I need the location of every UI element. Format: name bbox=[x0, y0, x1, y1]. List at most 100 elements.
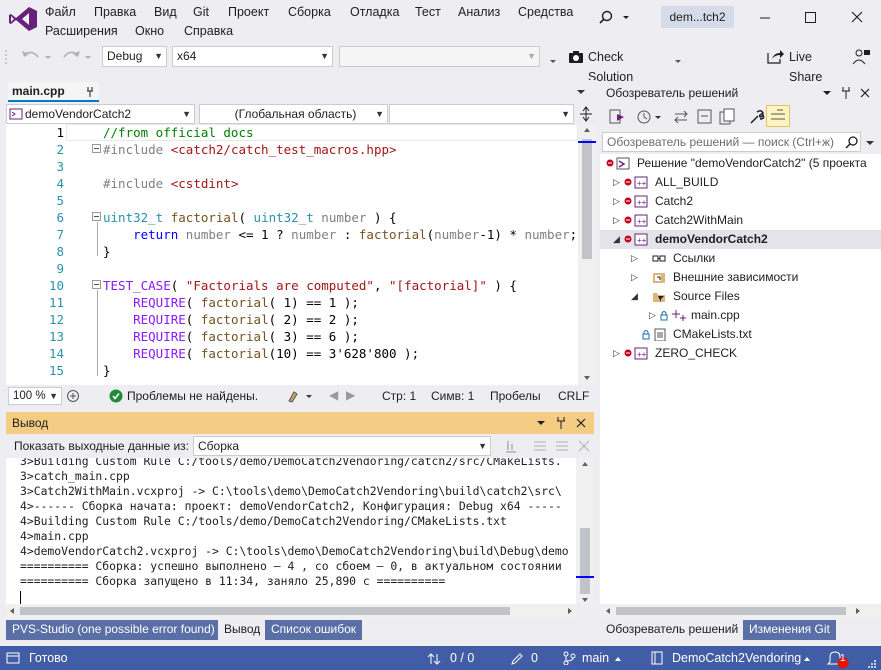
tree-solution[interactable]: Решение "demoVendorCatch2" (5 проекта bbox=[600, 154, 881, 173]
zoom-select[interactable]: 100 % ▼ bbox=[8, 387, 62, 405]
menu-tools[interactable]: Средства bbox=[518, 5, 573, 19]
menu-view[interactable]: Вид bbox=[154, 5, 177, 19]
pin-icon[interactable] bbox=[840, 86, 852, 100]
tree-project[interactable]: ▷ ++ Catch2 bbox=[600, 192, 881, 211]
close-icon[interactable] bbox=[575, 417, 587, 429]
properties-wrench-icon[interactable] bbox=[748, 108, 766, 126]
feedback-button[interactable] bbox=[852, 48, 872, 66]
chevron-right-icon[interactable]: ▷ bbox=[649, 306, 659, 325]
tab-main-cpp[interactable]: main.cpp bbox=[8, 82, 99, 102]
prev-issue-button[interactable]: ◀ bbox=[329, 388, 338, 402]
tree-external-dependencies[interactable]: ▷ Внешние зависимости bbox=[600, 268, 881, 287]
chevron-down-icon[interactable] bbox=[536, 418, 546, 428]
chevron-right-icon[interactable]: ▷ bbox=[631, 268, 641, 287]
menu-window[interactable]: Окно bbox=[135, 24, 164, 38]
chevron-down-icon bbox=[577, 90, 585, 94]
minimize-button[interactable] bbox=[750, 4, 780, 30]
configuration-select[interactable]: Debug ▼ bbox=[102, 46, 167, 67]
go-to-error-icon[interactable] bbox=[503, 438, 519, 454]
tree-project-startup[interactable]: ◢ ++ demoVendorCatch2 bbox=[600, 230, 881, 249]
solution-tree[interactable]: Решение "demoVendorCatch2" (5 проекта ▷ … bbox=[600, 154, 881, 604]
switch-views-icon[interactable] bbox=[608, 108, 626, 126]
platform-select[interactable]: x64 ▼ bbox=[172, 46, 333, 67]
menu-project[interactable]: Проект bbox=[228, 5, 269, 19]
menu-analyze[interactable]: Анализ bbox=[458, 5, 500, 19]
collapse-icon[interactable] bbox=[92, 280, 102, 290]
chevron-right-icon[interactable]: ▷ bbox=[631, 249, 641, 268]
preview-selected-button[interactable] bbox=[766, 105, 790, 127]
search-button[interactable] bbox=[596, 8, 632, 28]
tab-solution-explorer[interactable]: Обозреватель решений bbox=[600, 620, 745, 640]
menu-help[interactable]: Справка bbox=[184, 24, 233, 38]
pin-icon[interactable] bbox=[555, 416, 567, 430]
split-editor-button[interactable] bbox=[577, 105, 595, 123]
whitespace-indicator[interactable]: Пробелы bbox=[490, 389, 541, 403]
editor-vertical-scrollbar[interactable] bbox=[578, 124, 596, 385]
line-ending-indicator[interactable]: CRLF bbox=[558, 389, 589, 403]
startup-item-select[interactable]: ▼ bbox=[339, 46, 540, 67]
tree-project[interactable]: ▷ ++ ZERO_CHECK bbox=[600, 344, 881, 363]
tree-file-cmakelists[interactable]: CMakeLists.txt bbox=[600, 325, 881, 344]
tab-git-changes[interactable]: Изменения Git bbox=[743, 620, 836, 640]
history-icon[interactable] bbox=[636, 108, 664, 126]
undo-button[interactable] bbox=[18, 46, 54, 68]
toolbar-overflow-icon[interactable] bbox=[547, 48, 559, 66]
redo-button[interactable] bbox=[58, 46, 94, 68]
output-vertical-scrollbar[interactable] bbox=[576, 458, 594, 604]
collapse-icon[interactable] bbox=[92, 144, 102, 154]
solution-search-input[interactable]: Обозреватель решений — поиск (Ctrl+ж) bbox=[602, 132, 861, 152]
member-nav-select[interactable]: ▼ bbox=[389, 104, 574, 124]
chevron-right-icon[interactable]: ▷ bbox=[613, 344, 623, 363]
close-icon[interactable] bbox=[859, 87, 871, 99]
previous-message-icon[interactable] bbox=[532, 438, 548, 454]
collapse-icon[interactable] bbox=[92, 212, 102, 222]
tree-folder-source-files[interactable]: ◢ Source Files bbox=[600, 287, 881, 306]
next-issue-button[interactable]: ▶ bbox=[346, 388, 355, 402]
tree-label: Catch2 bbox=[655, 194, 694, 208]
chevron-down-icon[interactable]: ◢ bbox=[631, 287, 641, 306]
tree-references[interactable]: ▷ Ссылки bbox=[600, 249, 881, 268]
tab-pvs-studio[interactable]: PVS-Studio (one possible error found) bbox=[6, 620, 221, 640]
resize-grip-icon[interactable] bbox=[866, 658, 878, 670]
output-text-area[interactable]: 3>Building Custom Rule C:/tools/demo/Dem… bbox=[6, 458, 576, 604]
menu-file[interactable]: Файл bbox=[45, 5, 76, 19]
chevron-right-icon[interactable]: ▷ bbox=[613, 211, 623, 230]
chevron-down-icon[interactable] bbox=[864, 137, 876, 149]
tree-file-main-cpp[interactable]: ▷ main.cpp bbox=[600, 306, 881, 325]
chevron-down-icon[interactable] bbox=[822, 88, 832, 98]
chevron-right-icon[interactable]: ▷ bbox=[613, 192, 623, 211]
output-horizontal-scrollbar[interactable] bbox=[6, 604, 576, 618]
clear-all-icon[interactable] bbox=[576, 438, 592, 454]
menu-edit[interactable]: Правка bbox=[94, 5, 136, 19]
tab-error-list[interactable]: Список ошибок bbox=[265, 620, 363, 640]
code-editor[interactable]: 1 2 3 4 5 6 7 8 9 10 11 12 13 14 15 //fr… bbox=[6, 124, 578, 385]
toolbar-overflow-icon-2[interactable] bbox=[672, 48, 684, 66]
scope-nav-select[interactable]: (Глобальная область) ▼ bbox=[199, 104, 388, 124]
project-nav-select[interactable]: demoVendorCatch2 ▼ bbox=[6, 104, 195, 124]
next-message-icon[interactable] bbox=[554, 438, 570, 454]
sync-icon[interactable] bbox=[672, 108, 690, 126]
solution-horizontal-scrollbar[interactable] bbox=[600, 604, 881, 618]
repository-name: DemoCatch2Vendoring bbox=[672, 651, 802, 665]
menu-git[interactable]: Git bbox=[193, 5, 209, 19]
show-all-files-icon[interactable] bbox=[718, 108, 736, 126]
tab-output[interactable]: Вывод bbox=[218, 620, 267, 640]
menu-debug[interactable]: Отладка bbox=[350, 5, 399, 19]
check-solution-button[interactable]: Check Solution bbox=[566, 46, 670, 84]
right-panel-tabs: Обозреватель решений Изменения Git bbox=[600, 620, 881, 640]
collapse-all-icon[interactable] bbox=[696, 108, 714, 126]
maximize-button[interactable] bbox=[795, 4, 825, 30]
menu-test[interactable]: Тест bbox=[415, 5, 441, 19]
output-source-select[interactable]: Сборка ▼ bbox=[193, 436, 491, 456]
menu-extensions[interactable]: Расширения bbox=[45, 24, 118, 38]
search-icon[interactable] bbox=[845, 135, 859, 149]
close-button[interactable] bbox=[842, 4, 872, 30]
tab-label: Изменения Git bbox=[749, 622, 830, 636]
menu-build[interactable]: Сборка bbox=[288, 5, 331, 19]
tree-project[interactable]: ▷ ++ ALL_BUILD bbox=[600, 173, 881, 192]
chevron-down-icon[interactable]: ◢ bbox=[613, 230, 623, 249]
live-share-button[interactable]: Live Share bbox=[766, 46, 846, 84]
tree-project[interactable]: ▷ ++ Catch2WithMain bbox=[600, 211, 881, 230]
chevron-right-icon[interactable]: ▷ bbox=[613, 173, 623, 192]
tab-list-button[interactable] bbox=[572, 82, 590, 100]
